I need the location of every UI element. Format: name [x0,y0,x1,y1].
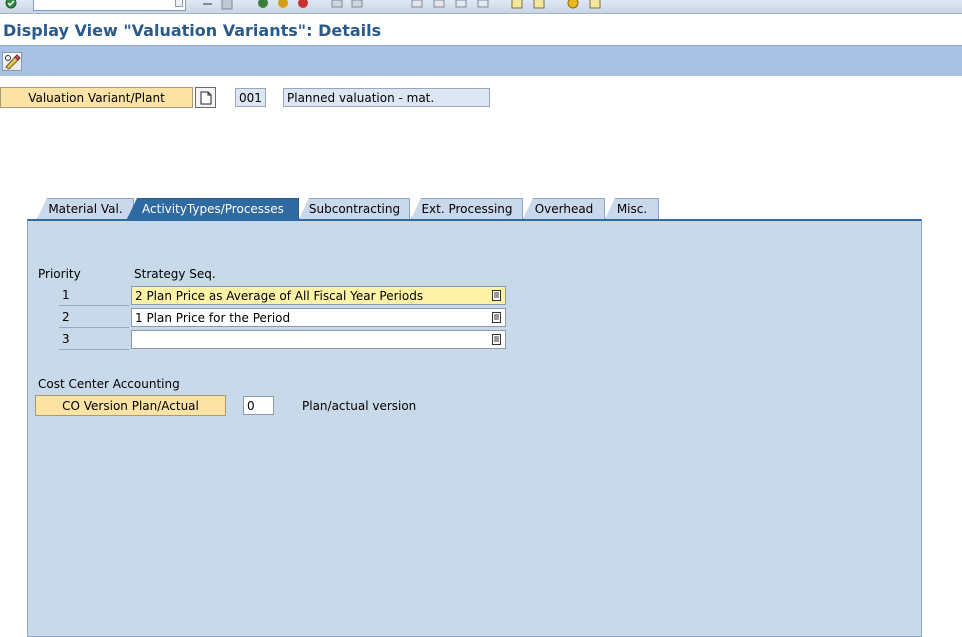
tab-overhead[interactable]: Overhead [523,198,605,219]
tab-ext-processing[interactable]: Ext. Processing [411,198,523,219]
tab-activity-types-processes[interactable]: ActivityTypes/Processes [127,198,299,219]
strategy-seq-field-1[interactable]: 2 Plan Price as Average of All Fiscal Ye… [131,286,506,305]
tab-misc[interactable]: Misc. [605,198,659,219]
last-page-icon[interactable] [476,0,490,11]
command-field[interactable] [33,0,186,11]
strategy-seq-field-3[interactable] [131,330,506,349]
print-icon[interactable] [330,0,344,11]
prev-page-icon[interactable] [432,0,446,11]
valuation-variant-description: Planned valuation - mat. [283,88,490,107]
priority-header: Priority [38,267,81,281]
title-bar: Display View "Valuation Variants": Detai… [0,15,962,45]
document-button[interactable] [195,87,216,108]
command-dropdown-icon[interactable] [175,0,183,7]
cost-center-accounting-label: Cost Center Accounting [38,377,180,391]
co-version-field[interactable]: 0 [243,396,274,415]
valuation-variant-plant-button[interactable]: Valuation Variant/Plant [0,87,193,108]
strategy-seq-value-2: 1 Plan Price for the Period [135,310,291,325]
co-version-description: Plan/actual version [302,399,417,413]
dropdown-list-icon[interactable] [492,312,501,323]
page-title: Display View "Valuation Variants": Detai… [3,21,382,40]
pencil-glasses-icon [5,54,21,70]
application-toolbar [0,45,962,76]
display-change-button[interactable] [2,52,22,71]
first-page-icon[interactable] [410,0,424,11]
dropdown-list-icon[interactable] [492,290,501,301]
shortcut-icon[interactable] [532,0,546,11]
enter-icon[interactable] [4,0,18,11]
valuation-variant-value: 001 [235,88,266,107]
help-icon[interactable] [566,0,580,11]
priority-row-2: 2 [59,308,129,328]
priority-row-3: 3 [59,330,129,350]
tab-panel-activity-types: Priority Strategy Seq. 1 2 Plan Price as… [27,219,922,637]
exit-icon[interactable] [276,0,290,11]
save-icon[interactable] [220,0,234,11]
tab-material-val[interactable]: Material Val. [37,198,134,219]
strategy-seq-header: Strategy Seq. [134,267,216,281]
back-arrow-icon[interactable] [200,0,214,11]
document-icon [200,91,211,104]
dropdown-list-icon[interactable] [492,334,501,345]
tab-subcontracting[interactable]: Subcontracting [299,198,410,219]
back-icon[interactable] [256,0,270,11]
priority-row-1: 1 [59,286,129,306]
strategy-seq-value-1: 2 Plan Price as Average of All Fiscal Ye… [135,288,424,303]
next-page-icon[interactable] [454,0,468,11]
tab-strip: Material Val. ActivityTypes/Processes Su… [0,198,962,220]
cancel-icon[interactable] [296,0,310,11]
co-version-plan-actual-button[interactable]: CO Version Plan/Actual [35,395,226,416]
system-toolbar [0,0,962,14]
new-session-icon[interactable] [510,0,524,11]
layout-menu-icon[interactable] [588,0,602,11]
find-icon[interactable] [350,0,364,11]
strategy-seq-field-2[interactable]: 1 Plan Price for the Period [131,308,506,327]
